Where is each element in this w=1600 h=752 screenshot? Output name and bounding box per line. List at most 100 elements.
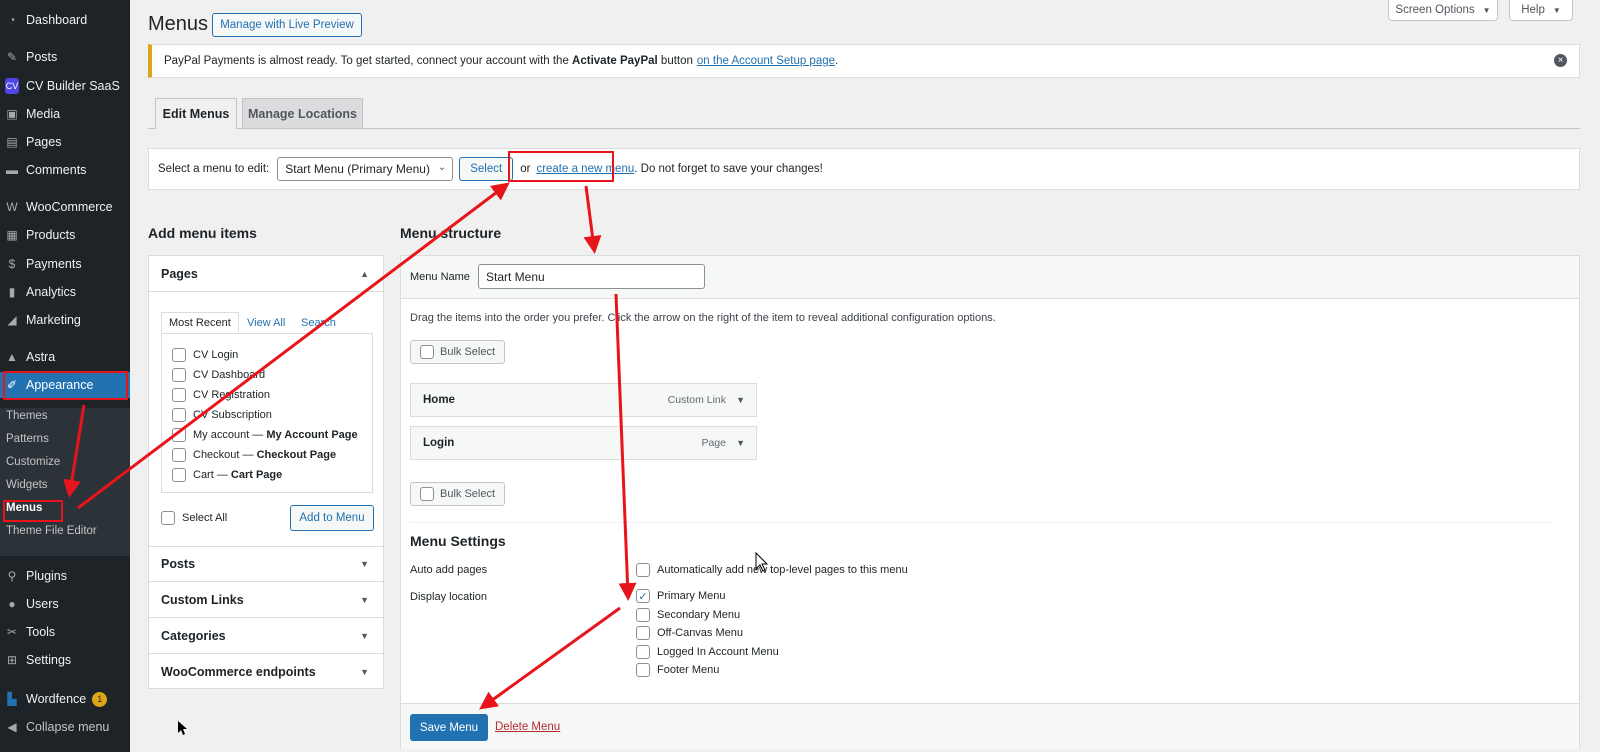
help-button[interactable]: Help ▼	[1509, 0, 1573, 21]
bulk-select-button-bottom[interactable]: Bulk Select	[410, 482, 505, 506]
checkbox[interactable]	[172, 348, 186, 362]
tab-most-recent[interactable]: Most Recent	[161, 312, 239, 333]
chevron-down-icon: ▼	[1552, 5, 1561, 15]
nav-cv-builder[interactable]: CV CV Builder SaaS	[0, 73, 130, 99]
accordion-posts[interactable]: Posts ▼	[149, 546, 383, 582]
checkbox[interactable]	[172, 428, 186, 442]
nav-wordfence[interactable]: ▙ Wordfence 1	[0, 686, 130, 712]
checkmark-icon[interactable]: ✓	[636, 589, 650, 603]
account-setup-link[interactable]: on the Account Setup page	[697, 55, 835, 67]
chevron-down-icon[interactable]: ▼	[736, 438, 745, 448]
page-item[interactable]: Cart — Cart Page	[172, 468, 282, 482]
page-title: Menus	[148, 13, 209, 35]
dashboard-icon: ◔	[8, 13, 16, 27]
tab-manage-locations[interactable]: Manage Locations	[242, 98, 363, 128]
nav-users[interactable]: ● Users	[0, 591, 130, 617]
mouse-cursor-icon	[178, 721, 187, 735]
checkbox[interactable]	[172, 388, 186, 402]
nav-analytics[interactable]: ▮ Analytics	[0, 279, 130, 305]
checkbox[interactable]	[161, 511, 175, 525]
checkbox[interactable]	[636, 608, 650, 622]
nav-pages[interactable]: ▤ Pages	[0, 129, 130, 155]
nav-posts[interactable]: ✎ Posts	[0, 44, 130, 70]
checkbox[interactable]	[172, 468, 186, 482]
page-item[interactable]: CV Dashboard	[172, 368, 265, 382]
bulk-select-button[interactable]: Bulk Select	[410, 340, 505, 364]
checkbox[interactable]	[636, 663, 650, 677]
notification-badge: 1	[92, 691, 108, 707]
submenu-theme-file-editor[interactable]: Theme File Editor	[6, 525, 97, 537]
tab-search[interactable]: Search	[301, 312, 336, 333]
page-item[interactable]: CV Subscription	[172, 408, 272, 422]
page-item[interactable]: CV Login	[172, 348, 238, 362]
menu-select-dropdown[interactable]: Start Menu (Primary Menu) ⌄	[277, 157, 454, 181]
select-all-checkbox[interactable]: Select All	[161, 511, 227, 525]
astra-icon: ▲	[6, 350, 18, 364]
location-primary-menu[interactable]: ✓ Primary Menu	[636, 589, 725, 603]
products-icon: ▦	[6, 228, 18, 242]
nav-plugins[interactable]: ⚲ Plugins	[0, 563, 130, 589]
chevron-down-icon[interactable]: ▼	[736, 395, 745, 405]
chevron-down-icon: ▼	[360, 667, 369, 677]
nav-settings[interactable]: ⊞ Settings	[0, 647, 130, 673]
accordion-woocommerce-endpoints[interactable]: WooCommerce endpoints ▼	[149, 654, 383, 690]
tab-view-all[interactable]: View All	[247, 312, 285, 333]
select-button[interactable]: Select	[459, 157, 514, 181]
checkbox[interactable]	[636, 626, 650, 640]
page-item[interactable]: My account — My Account Page	[172, 428, 358, 442]
page-item[interactable]: CV Registration	[172, 388, 270, 402]
page-item[interactable]: Checkout — Checkout Page	[172, 448, 336, 462]
menu-item-home[interactable]: Home Custom Link ▼	[410, 383, 757, 417]
chevron-down-icon: ▼	[360, 630, 369, 641]
nav-marketing[interactable]: ◢ Marketing	[0, 307, 130, 333]
pin-icon: ✎	[6, 50, 18, 64]
accordion-custom-links[interactable]: Custom Links ▼	[149, 582, 383, 618]
location-footer-menu[interactable]: Footer Menu	[636, 663, 719, 677]
chevron-down-icon: ▼	[1482, 5, 1491, 15]
nav-media[interactable]: ▣ Media	[0, 101, 130, 127]
checkbox[interactable]	[636, 645, 650, 659]
submenu-patterns[interactable]: Patterns	[6, 433, 49, 445]
close-icon[interactable]: ×	[1554, 54, 1567, 67]
location-secondary-menu[interactable]: Secondary Menu	[636, 608, 740, 622]
auto-add-checkbox[interactable]: Automatically add new top-level pages to…	[636, 563, 908, 577]
live-preview-button[interactable]: Manage with Live Preview	[212, 13, 362, 37]
submenu-widgets[interactable]: Widgets	[6, 479, 48, 491]
nav-dashboard[interactable]: ◔ Dashboard	[0, 7, 130, 33]
nav-comments[interactable]: ▬ Comments	[0, 157, 130, 183]
accordion-pages[interactable]: Pages ▲	[149, 256, 383, 292]
display-location-label: Display location	[410, 591, 488, 603]
nav-tools[interactable]: ✂ Tools	[0, 619, 130, 645]
collapse-icon: ◀	[7, 720, 17, 734]
plugins-icon: ⚲	[7, 569, 17, 583]
nav-products[interactable]: ▦ Products	[0, 222, 130, 248]
save-menu-button[interactable]: Save Menu	[410, 714, 488, 741]
menu-name-header: Menu Name Start Menu	[401, 256, 1579, 299]
annotation-box-create-menu	[508, 151, 614, 182]
location-off-canvas-menu[interactable]: Off-Canvas Menu	[636, 626, 743, 640]
accordion-categories[interactable]: Categories ▼	[149, 618, 383, 654]
checkbox[interactable]	[636, 563, 650, 577]
menu-item-login[interactable]: Login Page ▼	[410, 426, 757, 460]
add-to-menu-button[interactable]: Add to Menu	[290, 505, 374, 531]
add-items-accordion: Pages ▲ Most Recent View All Search CV Lo…	[148, 255, 384, 689]
nav-astra[interactable]: ▲ Astra	[0, 344, 130, 370]
nav-woocommerce[interactable]: W WooCommerce	[0, 194, 130, 220]
checkbox[interactable]	[172, 408, 186, 422]
collapse-menu[interactable]: ◀ Collapse menu	[0, 714, 130, 740]
location-logged-in-account-menu[interactable]: Logged In Account Menu	[636, 645, 779, 659]
delete-menu-link[interactable]: Delete Menu	[495, 721, 560, 733]
chevron-down-icon: ⌄	[437, 162, 447, 173]
nav-payments[interactable]: $ Payments	[0, 251, 130, 277]
drag-instructions: Drag the items into the order you prefer…	[410, 312, 996, 324]
add-menu-items-heading: Add menu items	[148, 225, 257, 241]
annotation-box-appearance	[3, 371, 128, 400]
screen-options-button[interactable]: Screen Options ▼	[1388, 0, 1498, 21]
checkbox[interactable]	[172, 368, 186, 382]
appearance-submenu: Themes Patterns Customize Widgets Menus …	[0, 408, 130, 556]
checkbox[interactable]	[172, 448, 186, 462]
submenu-themes[interactable]: Themes	[6, 410, 48, 422]
menu-name-input[interactable]: Start Menu	[478, 264, 705, 289]
submenu-customize[interactable]: Customize	[6, 456, 60, 468]
tab-edit-menus[interactable]: Edit Menus	[155, 98, 237, 129]
